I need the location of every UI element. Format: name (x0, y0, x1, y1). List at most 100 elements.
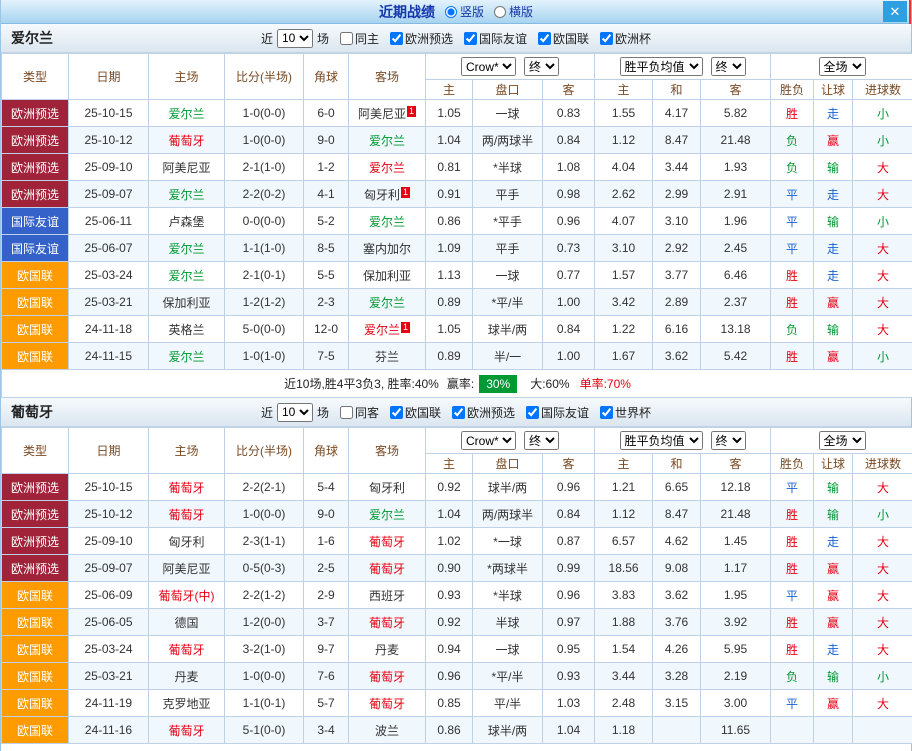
layout-horizontal-option[interactable]: 横版 (494, 3, 533, 20)
home-team-link[interactable]: 葡萄牙 (168, 508, 204, 522)
filter-option[interactable]: 欧洲预选 (452, 404, 515, 421)
handicap-line: 平手 (473, 181, 543, 208)
filter-option[interactable]: 国际友谊 (464, 30, 527, 47)
away-team-link[interactable]: 葡萄牙 (369, 562, 405, 576)
header-select[interactable]: 终 (524, 57, 559, 76)
odds-lose: 5.82 (701, 100, 771, 127)
home-team-link[interactable]: 英格兰 (168, 323, 204, 337)
away-team-link[interactable]: 爱尔兰 (364, 323, 400, 337)
away-team-link[interactable]: 保加利亚 (363, 269, 411, 283)
result-handicap: 输 (814, 154, 853, 181)
column-header: 类型 (2, 428, 69, 474)
corners: 1-2 (304, 154, 349, 181)
filter-checkbox[interactable] (390, 32, 403, 45)
home-team-link[interactable]: 阿美尼亚 (162, 161, 210, 175)
filter-checkbox[interactable] (452, 406, 465, 419)
card-badge: 1 (401, 322, 410, 333)
away-team-link[interactable]: 爱尔兰 (369, 215, 405, 229)
filter-checkbox[interactable] (464, 32, 477, 45)
away-team-link[interactable]: 芬兰 (375, 350, 399, 364)
away-team-link[interactable]: 爱尔兰 (369, 508, 405, 522)
header-select[interactable]: 胜平负均值 (620, 431, 703, 450)
handicap-away-odds: 1.00 (543, 343, 595, 370)
home-team-link[interactable]: 葡萄牙 (168, 481, 204, 495)
away-team-link[interactable]: 西班牙 (369, 589, 405, 603)
home-team-link[interactable]: 德国 (174, 616, 198, 630)
away-team-link[interactable]: 爱尔兰 (369, 161, 405, 175)
filter-checkbox[interactable] (390, 406, 403, 419)
away-team-link[interactable]: 匈牙利 (364, 188, 400, 202)
away-team-link[interactable]: 葡萄牙 (369, 697, 405, 711)
filter-checkbox[interactable] (538, 32, 551, 45)
result-goals-value: 大 (877, 161, 889, 175)
home-team-link[interactable]: 葡萄牙 (168, 134, 204, 148)
filter-checkbox[interactable] (340, 32, 353, 45)
filter-checkbox[interactable] (600, 406, 613, 419)
filter-option[interactable]: 欧国联 (538, 30, 589, 47)
home-team-link[interactable]: 爱尔兰 (168, 350, 204, 364)
layout-horizontal-radio[interactable] (494, 6, 506, 18)
score: 1-0(0-0) (225, 100, 304, 127)
layout-vertical-radio[interactable] (445, 6, 457, 18)
result-goals: 大 (853, 474, 912, 501)
match-count-select[interactable]: 10 (277, 403, 313, 422)
filter-option[interactable]: 国际友谊 (526, 404, 589, 421)
away-team-link[interactable]: 葡萄牙 (369, 616, 405, 630)
home-team-link[interactable]: 丹麦 (174, 670, 198, 684)
home-team-link[interactable]: 保加利亚 (162, 296, 210, 310)
home-team-link[interactable]: 爱尔兰 (168, 107, 204, 121)
match-type: 欧国联 (2, 690, 69, 717)
header-select[interactable]: 全场 (819, 57, 866, 76)
header-select[interactable]: 胜平负均值 (620, 57, 703, 76)
filter-option[interactable]: 同客 (340, 404, 379, 421)
match-date: 25-10-15 (69, 474, 149, 501)
odds-win: 3.83 (595, 582, 653, 609)
header-select[interactable]: 全场 (819, 431, 866, 450)
filter-option[interactable]: 欧洲杯 (600, 30, 651, 47)
odds-lose: 21.48 (701, 127, 771, 154)
filter-option[interactable]: 同主 (340, 30, 379, 47)
summary-record: 近10场,胜4平3负3, 胜率:40% (284, 377, 439, 391)
filter-option[interactable]: 欧洲预选 (390, 30, 453, 47)
away-team-link[interactable]: 葡萄牙 (369, 535, 405, 549)
result-goals: 小 (853, 208, 912, 235)
home-team-link[interactable]: 葡萄牙(中) (159, 589, 215, 603)
handicap-home-odds: 0.93 (426, 582, 473, 609)
match-date: 25-03-21 (69, 289, 149, 316)
away-team-link[interactable]: 葡萄牙 (369, 670, 405, 684)
filter-option[interactable]: 世界杯 (600, 404, 651, 421)
home-team-link[interactable]: 葡萄牙 (168, 643, 204, 657)
handicap-home-odds: 0.94 (426, 636, 473, 663)
header-select[interactable]: 终 (524, 431, 559, 450)
home-team-link[interactable]: 爱尔兰 (168, 242, 204, 256)
away-team-link[interactable]: 阿美尼亚 (358, 107, 406, 121)
away-team-link[interactable]: 波兰 (375, 724, 399, 738)
away-team-link[interactable]: 匈牙利 (369, 481, 405, 495)
home-team-link[interactable]: 匈牙利 (168, 535, 204, 549)
header-select[interactable]: 终 (711, 431, 746, 450)
away-team-link[interactable]: 塞内加尔 (363, 242, 411, 256)
filter-checkbox[interactable] (340, 406, 353, 419)
away-team-link[interactable]: 丹麦 (375, 643, 399, 657)
home-team-link[interactable]: 阿美尼亚 (162, 562, 210, 576)
header-select[interactable]: 终 (711, 57, 746, 76)
odds-win: 1.22 (595, 316, 653, 343)
layout-vertical-option[interactable]: 竖版 (445, 3, 484, 20)
header-select[interactable]: Crow* (461, 57, 516, 76)
result-wdl-value: 负 (786, 323, 798, 337)
filter-checkbox[interactable] (600, 32, 613, 45)
filter-checkbox[interactable] (526, 406, 539, 419)
result-handicap-value: 赢 (827, 562, 839, 576)
close-button[interactable]: ✕ (883, 1, 907, 22)
away-team-link[interactable]: 爱尔兰 (369, 134, 405, 148)
home-team-link[interactable]: 爱尔兰 (168, 188, 204, 202)
away-team-link[interactable]: 爱尔兰 (369, 296, 405, 310)
home-team-link[interactable]: 葡萄牙 (168, 724, 204, 738)
home-team-link[interactable]: 爱尔兰 (168, 269, 204, 283)
match-row: 欧国联24-11-19克罗地亚1-1(0-1)5-7葡萄牙0.85平/半1.03… (2, 690, 912, 717)
home-team-link[interactable]: 克罗地亚 (162, 697, 210, 711)
header-select[interactable]: Crow* (461, 431, 516, 450)
filter-option[interactable]: 欧国联 (390, 404, 441, 421)
match-count-select[interactable]: 10 (277, 29, 313, 48)
home-team-link[interactable]: 卢森堡 (168, 215, 204, 229)
